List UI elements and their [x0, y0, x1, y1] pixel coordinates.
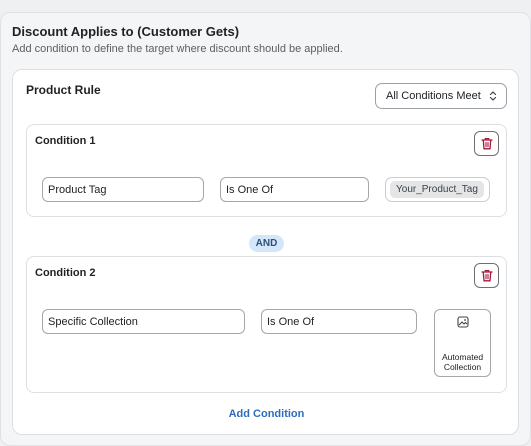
- trash-icon: [480, 138, 493, 150]
- condition-operator-select[interactable]: Is One Of: [261, 309, 417, 334]
- panel-subtitle: Add condition to define the target where…: [12, 43, 343, 55]
- condition-2: Condition 2 Specific Collection Is One O…: [26, 256, 507, 393]
- condition-field-select[interactable]: Specific Collection: [42, 309, 245, 334]
- conditions-match-value: All Conditions Meet: [386, 90, 481, 102]
- condition-1: Condition 1 Product Tag Is One Of Your_P…: [26, 124, 507, 217]
- condition-title: Condition 2: [35, 267, 96, 279]
- collection-picker-label: Automated Collection: [441, 352, 484, 372]
- delete-condition-button[interactable]: [474, 263, 499, 288]
- conditions-match-select[interactable]: All Conditions Meet: [375, 83, 507, 109]
- product-rule-title: Product Rule: [26, 83, 101, 97]
- connector-badge: AND: [249, 235, 284, 252]
- delete-condition-button[interactable]: [474, 131, 499, 156]
- discount-target-panel: Discount Applies to (Customer Gets) Add …: [0, 12, 531, 446]
- value-tag: Your_Product_Tag: [390, 181, 484, 198]
- condition-title: Condition 1: [35, 135, 96, 147]
- product-rule-card: Product Rule All Conditions Meet Conditi…: [12, 69, 519, 435]
- trash-icon: [480, 270, 493, 282]
- add-condition-link[interactable]: Add Condition: [13, 408, 520, 420]
- collection-picker-button[interactable]: Automated Collection: [434, 309, 491, 377]
- condition-value-input[interactable]: Your_Product_Tag: [385, 177, 490, 202]
- condition-operator-select[interactable]: Is One Of: [220, 177, 369, 202]
- condition-field-select[interactable]: Product Tag: [42, 177, 204, 202]
- image-icon: [456, 316, 469, 328]
- chevron-up-down-icon: [489, 91, 497, 101]
- panel-title: Discount Applies to (Customer Gets): [12, 24, 240, 39]
